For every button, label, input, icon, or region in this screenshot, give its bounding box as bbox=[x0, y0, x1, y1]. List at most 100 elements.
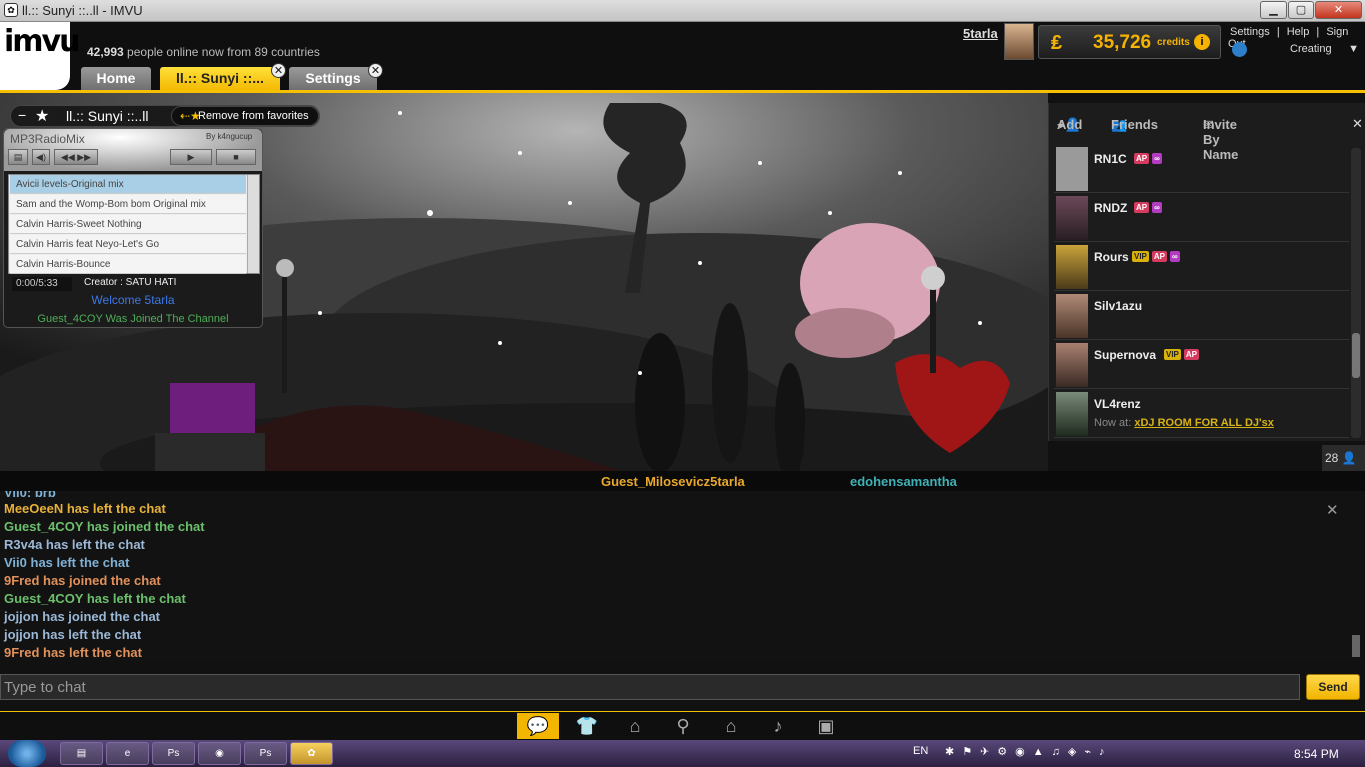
friend-badges: AP ∞ bbox=[1134, 202, 1165, 213]
user-count-button[interactable]: 28 👤 bbox=[1322, 445, 1365, 471]
explorer-icon[interactable]: ▤ bbox=[60, 742, 103, 765]
friend-avatar bbox=[1056, 147, 1088, 191]
friend-row[interactable]: Supernova VIP AP bbox=[1054, 341, 1349, 389]
chat-input-bar: Type to chat Send bbox=[0, 661, 1365, 711]
prev-next-icon[interactable]: ◀◀ ▶▶ bbox=[54, 149, 98, 165]
close-window-button[interactable]: ✕ bbox=[1315, 1, 1362, 19]
user-avatar[interactable] bbox=[1004, 23, 1034, 60]
minimize-button[interactable]: ▁ bbox=[1260, 1, 1287, 19]
friend-name: VL4renz bbox=[1094, 397, 1141, 411]
hanger-icon[interactable]: ⌂ bbox=[614, 713, 656, 739]
tray-icons[interactable]: ✱⚑✈⚙◉▲♫◈⌁♪ bbox=[945, 745, 1112, 758]
avatar-name-label[interactable]: edohensamantha bbox=[850, 474, 957, 489]
music-icon[interactable]: ♪ bbox=[757, 713, 799, 739]
separator: | bbox=[1276, 26, 1280, 38]
scroll-thumb[interactable] bbox=[1352, 635, 1360, 657]
maximize-button[interactable]: ▢ bbox=[1288, 1, 1314, 19]
friend-badges: AP ∞ bbox=[1134, 153, 1165, 164]
chevron-down-icon: ▼ bbox=[1348, 43, 1359, 55]
ap-badge: AP bbox=[1134, 153, 1150, 164]
friend-row[interactable]: RN1C AP ∞ bbox=[1054, 145, 1349, 193]
chat-input[interactable]: Type to chat bbox=[0, 674, 1300, 700]
photoshop-icon[interactable]: Ps bbox=[244, 742, 287, 765]
shirt-icon[interactable]: 👕 bbox=[566, 713, 608, 739]
friend-row[interactable]: Rours VIP AP ∞ bbox=[1054, 243, 1349, 291]
mp3-creator: Creator : SATU HATI bbox=[84, 277, 177, 288]
close-tab-icon[interactable]: ✕ bbox=[368, 63, 383, 78]
tab-settings[interactable]: Settings bbox=[289, 67, 377, 91]
friend-badges: VIP AP bbox=[1164, 349, 1202, 360]
friend-row[interactable]: RNDZ AP ∞ bbox=[1054, 194, 1349, 242]
camera-icon[interactable]: ▣ bbox=[805, 713, 847, 739]
ring-badge: ∞ bbox=[1170, 251, 1180, 262]
mp3-welcome: Welcome 5tarla bbox=[91, 293, 175, 307]
play-icon[interactable]: ▶ bbox=[170, 149, 212, 165]
chrome-icon[interactable]: ◉ bbox=[198, 742, 241, 765]
credits-label: credits bbox=[1157, 37, 1190, 48]
people-scrollbar[interactable] bbox=[1351, 148, 1361, 438]
language-indicator[interactable]: EN bbox=[913, 745, 928, 757]
friend-row[interactable]: VL4renz Now at: xDJ ROOM FOR ALL DJ'sx bbox=[1054, 390, 1349, 438]
username-link[interactable]: 5tarla bbox=[963, 26, 998, 41]
playlist-item[interactable]: Avicii levels-Original mix bbox=[10, 175, 246, 194]
remove-favorites-label: Remove from favorites bbox=[198, 110, 309, 122]
imvu-logo[interactable]: imvu bbox=[0, 22, 80, 90]
settings-link[interactable]: Settings bbox=[1230, 26, 1270, 38]
playlist-icon[interactable]: ▤ bbox=[8, 149, 28, 165]
help-link[interactable]: Help bbox=[1287, 26, 1310, 38]
pose-icon[interactable]: ⚲ bbox=[662, 713, 704, 739]
windows-taskbar: ▤ e Ps ◉ Ps ✿ EN ✱⚑✈⚙◉▲♫◈⌁♪ 8:54 PM bbox=[0, 740, 1365, 767]
playlist-item[interactable]: Calvin Harris feat Neyo-Let's Go bbox=[10, 235, 246, 254]
chat-bubble-icon[interactable]: 💬 bbox=[517, 713, 559, 739]
online-text: people online now from 89 countries bbox=[127, 45, 320, 59]
friend-row[interactable]: Silv1azu bbox=[1054, 292, 1349, 340]
ie-icon[interactable]: e bbox=[106, 742, 149, 765]
start-button[interactable] bbox=[8, 740, 46, 767]
playlist-item[interactable]: Calvin Harris-Sweet Nothing bbox=[10, 215, 246, 234]
ring-badge: ∞ bbox=[1152, 202, 1162, 213]
playlist-item[interactable]: Sam and the Womp-Bom bom Original mix bbox=[10, 195, 246, 214]
chat-line: MeeOeeN has left the chat bbox=[4, 501, 166, 516]
tab-room[interactable]: ll.:: Sunyi ::... bbox=[160, 67, 280, 91]
friend-name: RNDZ bbox=[1094, 201, 1128, 215]
collapse-icon[interactable]: − bbox=[18, 107, 26, 123]
photoshop-icon[interactable]: Ps bbox=[152, 742, 195, 765]
scroll-thumb[interactable] bbox=[1352, 333, 1360, 378]
close-panel-icon[interactable]: ✕ bbox=[1352, 116, 1363, 132]
user-count: 28 bbox=[1325, 451, 1339, 465]
clock[interactable]: 8:54 PM bbox=[1294, 747, 1339, 761]
home-icon[interactable]: ⌂ bbox=[710, 713, 752, 739]
imvu-taskbar-icon[interactable]: ✿ bbox=[290, 742, 333, 765]
window-title: ll.:: Sunyi ::..ll - IMVU bbox=[22, 3, 143, 18]
remove-favorites-button[interactable]: ⇠★ Remove from favorites bbox=[171, 106, 319, 126]
info-icon[interactable]: i bbox=[1194, 34, 1210, 50]
vip-badge: VIP bbox=[1164, 349, 1181, 360]
ring-badge: ∞ bbox=[1152, 153, 1162, 164]
stop-icon[interactable]: ■ bbox=[216, 149, 256, 165]
online-count: 42,993 bbox=[87, 45, 124, 59]
tab-home[interactable]: Home bbox=[81, 67, 151, 91]
playlist-item[interactable]: Calvin Harris-Bounce bbox=[10, 255, 246, 274]
status-dropdown[interactable]: Creating ▼ bbox=[1230, 42, 1361, 58]
send-button[interactable]: Send bbox=[1306, 674, 1360, 700]
chat-line: Guest_4COY has joined the chat bbox=[4, 519, 205, 534]
chat-scrollbar[interactable] bbox=[1352, 499, 1360, 659]
volume-icon[interactable]: ◀) bbox=[32, 149, 50, 165]
chat-log: Vii0: brb MeeOeeN has left the chat Gues… bbox=[0, 491, 1365, 661]
mp3-author: By k4ngucup bbox=[206, 132, 253, 141]
room-name: ll.:: Sunyi ::..ll bbox=[66, 108, 149, 124]
friend-avatar bbox=[1056, 196, 1088, 240]
friend-room-link[interactable]: xDJ ROOM FOR ALL DJ'sx bbox=[1134, 417, 1274, 429]
ap-badge: AP bbox=[1183, 349, 1200, 360]
friend-name: Silv1azu bbox=[1094, 299, 1143, 313]
online-status: 42,993 people online now from 89 countri… bbox=[87, 45, 320, 59]
mp3-playlist: Avicii levels-Original mix Sam and the W… bbox=[8, 174, 260, 274]
friend-avatar bbox=[1056, 245, 1088, 289]
credits-box[interactable]: ₤ 35,726 credits i bbox=[1038, 25, 1221, 59]
star-icon[interactable]: ★ bbox=[35, 106, 49, 126]
close-tab-icon[interactable]: ✕ bbox=[271, 63, 286, 78]
close-chat-icon[interactable]: ✕ bbox=[1326, 501, 1339, 519]
avatar-name-label[interactable]: Guest_Milosevicz5tarla bbox=[601, 474, 745, 489]
chat-line: Vii0 has left the chat bbox=[4, 555, 130, 570]
playlist-scrollbar[interactable] bbox=[247, 175, 259, 273]
